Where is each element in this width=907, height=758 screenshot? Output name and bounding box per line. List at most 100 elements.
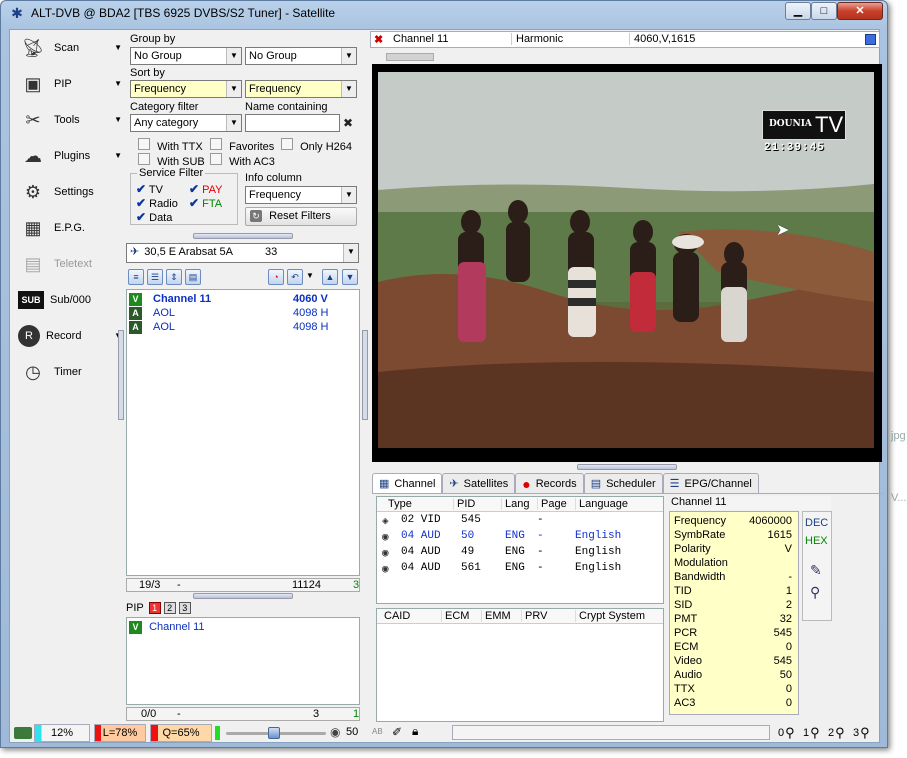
- pay-checkbox[interactable]: ✔ PAY: [189, 182, 223, 196]
- edit-icon[interactable]: ✎: [810, 562, 822, 579]
- video-splitter-grip[interactable]: [577, 464, 677, 470]
- channel-row[interactable]: A AOL 4098 H: [129, 306, 357, 320]
- move-icon[interactable]: ⇕: [166, 269, 182, 285]
- nav-item-settings[interactable]: ⚙ Settings: [18, 176, 122, 208]
- minimize-button[interactable]: ▁: [785, 2, 811, 20]
- close-video-icon[interactable]: ✖: [374, 33, 383, 46]
- info-value: 32: [779, 613, 792, 625]
- nav-item-record[interactable]: RRecord▼: [18, 320, 122, 352]
- nav-item-teletext[interactable]: ▤ Teletext: [18, 248, 122, 280]
- undo-dropdown-icon[interactable]: ▼: [306, 271, 314, 280]
- category-select[interactable]: Any category ▼: [130, 114, 242, 132]
- info-column-label: Info column: [245, 172, 302, 184]
- speaker-icon[interactable]: ◉: [330, 725, 340, 739]
- radio-checkbox[interactable]: ✔ Radio: [136, 196, 178, 210]
- nav-item-timer[interactable]: ◷ Timer: [18, 356, 122, 388]
- pid-column-header[interactable]: Type: [385, 498, 412, 510]
- name-filter-input[interactable]: [245, 114, 340, 132]
- pid-column-header[interactable]: Page: [537, 498, 567, 510]
- clear-filter-icon[interactable]: ✖: [343, 116, 353, 130]
- list-right-scroll-handle[interactable]: [362, 330, 368, 420]
- tab-satellites[interactable]: ✈ Satellites: [442, 473, 516, 493]
- channel-row[interactable]: A AOL 4098 H: [129, 320, 357, 334]
- view-list-icon[interactable]: ≡: [128, 269, 144, 285]
- pip-button-2[interactable]: 2: [163, 602, 176, 614]
- nav-dropdown-arrow[interactable]: ▼: [114, 115, 122, 124]
- video-panel[interactable]: DOUNIA TV 21:39:45 ➤: [372, 64, 882, 462]
- with-sub-checkbox[interactable]: With SUB: [138, 153, 205, 168]
- tab-records[interactable]: ● Records: [515, 473, 584, 493]
- close-button[interactable]: ✕: [837, 2, 883, 20]
- pip-button-3[interactable]: 3: [178, 602, 191, 614]
- pid-row[interactable]: ◉ 04 AUD 50 ENG - English: [377, 530, 663, 545]
- data-checkbox[interactable]: ✔ Data: [136, 210, 172, 224]
- signal-level-value: L=78%: [102, 727, 138, 739]
- zoom-button[interactable]: 0 ⚲: [778, 725, 801, 741]
- favorites-checkbox[interactable]: Favorites: [210, 138, 274, 153]
- nav-item-sub-000[interactable]: SUB Sub/000: [18, 284, 122, 316]
- zoom-level: 3: [853, 727, 860, 739]
- nav-dropdown-arrow[interactable]: ▼: [114, 43, 122, 52]
- pip-button-1[interactable]: 1: [148, 602, 161, 614]
- undo-icon[interactable]: ↶: [287, 269, 303, 285]
- volume-slider-thumb[interactable]: [268, 727, 280, 739]
- nav-item-plugins[interactable]: ☁ Plugins ▼: [18, 140, 122, 172]
- nav-label: Scan: [54, 42, 80, 54]
- ca-column-header[interactable]: ECM: [441, 610, 469, 622]
- zoom-button[interactable]: 1 ⚲: [803, 725, 826, 741]
- channel-row[interactable]: V Channel 11 4060 V: [129, 292, 357, 306]
- lock-icon[interactable]: 🔒︎: [412, 724, 418, 739]
- pid-row[interactable]: ◉ 04 AUD 49 ENG - English: [377, 546, 663, 561]
- volume-value: 50: [346, 726, 359, 738]
- info-column-select[interactable]: Frequency ▼: [245, 186, 357, 204]
- title-bar[interactable]: ✱ ALT-DVB @ BDA2 [TBS 6925 DVBS/S2 Tuner…: [1, 1, 889, 25]
- nav-item-pip[interactable]: ▣ PIP ▼: [18, 68, 122, 100]
- ca-column-header[interactable]: CAID: [381, 610, 410, 622]
- hex-toggle[interactable]: HEX: [805, 535, 828, 547]
- tab-channel[interactable]: ▦ Channel: [372, 473, 443, 493]
- sort-by-select-2[interactable]: Frequency ▼: [245, 80, 357, 98]
- refresh-icon[interactable]: ◔: [268, 269, 284, 285]
- only-h264-checkbox[interactable]: Only H264: [281, 138, 352, 153]
- with-ttx-checkbox[interactable]: With TTX: [138, 138, 203, 153]
- search-icon[interactable]: ⚲: [810, 584, 820, 601]
- splitter-grip[interactable]: [193, 233, 293, 239]
- fta-checkbox[interactable]: ✔ FTA: [189, 196, 222, 210]
- tv-checkbox[interactable]: ✔ TV: [136, 182, 163, 196]
- pid-column-header[interactable]: Language: [575, 498, 628, 510]
- ca-column-header[interactable]: Crypt System: [575, 610, 645, 622]
- sort-by-select-1[interactable]: Frequency ▼: [130, 80, 242, 98]
- reset-filters-button[interactable]: ↻ Reset Filters: [245, 207, 357, 226]
- nav-dropdown-arrow[interactable]: ▼: [114, 151, 122, 160]
- move-down-icon[interactable]: ▼: [342, 269, 358, 285]
- maximize-button[interactable]: □: [811, 2, 837, 20]
- view-details-icon[interactable]: ☰: [147, 269, 163, 285]
- tab-epg-channel[interactable]: ☰ EPG/Channel: [662, 473, 759, 493]
- pid-row[interactable]: ◉ 04 AUD 561 ENG - English: [377, 562, 663, 577]
- list-left-scroll-handle[interactable]: [118, 330, 124, 420]
- splitter-grip[interactable]: [193, 593, 293, 599]
- nav-item-e-p-g-[interactable]: ▦ E.P.G.: [18, 212, 122, 244]
- zoom-button[interactable]: 2 ⚲: [828, 725, 851, 741]
- satellite-select[interactable]: ✈ 30,5 E Arabsat 5A 33 ▼: [126, 243, 359, 263]
- ca-column-header[interactable]: EMM: [481, 610, 511, 622]
- ca-column-header[interactable]: PRV: [521, 610, 547, 622]
- pip-channel-row[interactable]: V Channel 11: [129, 620, 205, 634]
- sort-icon[interactable]: ▤: [185, 269, 201, 285]
- ruler-icon[interactable]: ✐: [392, 725, 402, 739]
- group-by-select-2[interactable]: No Group ▼: [245, 47, 357, 65]
- fullscreen-icon[interactable]: [865, 34, 876, 45]
- pid-column-header[interactable]: PID: [453, 498, 475, 510]
- pip-position: 0/0: [141, 708, 157, 720]
- pid-column-header[interactable]: Lang: [501, 498, 529, 510]
- pid-row[interactable]: ◈ 02 VID 545 -: [377, 514, 663, 529]
- nav-dropdown-arrow[interactable]: ▼: [114, 79, 122, 88]
- zoom-button[interactable]: 3 ⚲: [853, 725, 876, 741]
- group-by-select-1[interactable]: No Group ▼: [130, 47, 242, 65]
- tab-scheduler[interactable]: ▤ Scheduler: [583, 473, 663, 493]
- nav-item-tools[interactable]: ✂ Tools ▼: [18, 104, 122, 136]
- move-up-icon[interactable]: ▲: [322, 269, 338, 285]
- dec-toggle[interactable]: DEC: [805, 517, 828, 529]
- with-ac3-checkbox[interactable]: With AC3: [210, 153, 275, 168]
- nav-item-scan[interactable]: 📡︎ Scan ▼: [18, 32, 122, 64]
